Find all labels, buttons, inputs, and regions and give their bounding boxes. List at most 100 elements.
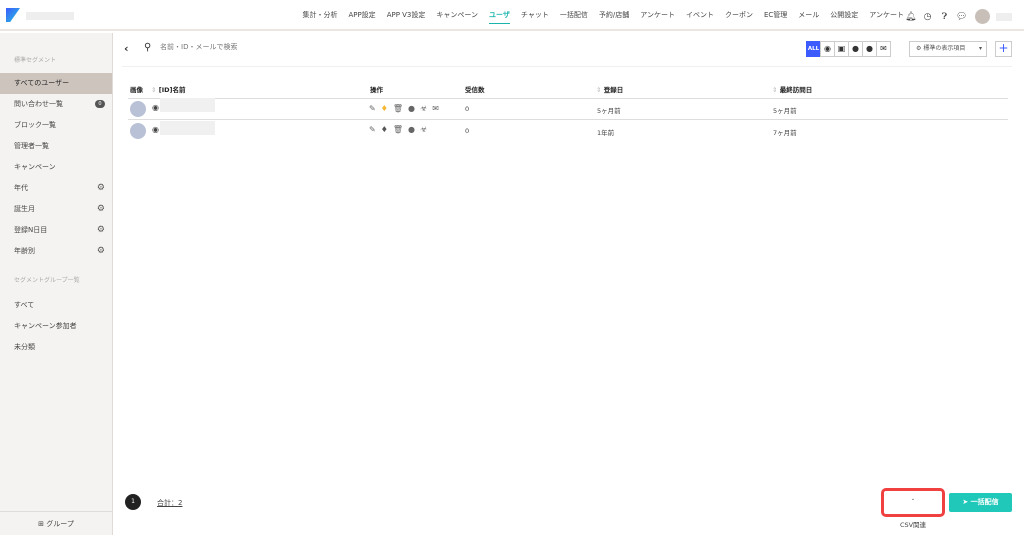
col-name[interactable]: ⇕ [ID]名前 xyxy=(151,84,185,94)
nav-bulk-delivery[interactable]: 一括配信 xyxy=(560,10,588,24)
nav-app-settings[interactable]: APP設定 xyxy=(348,10,375,24)
row-divider xyxy=(128,119,1008,120)
add-group-label: グループ xyxy=(46,520,74,528)
main-nav: 集計・分析 APP設定 APP V3設定 キャンペーン ユーザ チャット 一括配… xyxy=(302,10,904,24)
gear-icon[interactable]: ⚙ xyxy=(97,241,105,262)
group-label: 未分類 xyxy=(14,343,35,351)
display-select-value: 標準の表示項目 xyxy=(923,45,966,52)
trash-icon[interactable]: 🗑︎ xyxy=(393,125,403,134)
messenger-icon[interactable]: ● xyxy=(848,41,863,57)
trash-icon[interactable]: 🗑︎ xyxy=(393,104,403,113)
tag-icon[interactable]: ♦ xyxy=(381,125,388,134)
sort-icon: ⇕ xyxy=(596,86,602,94)
nav-mail[interactable]: メール xyxy=(798,10,819,24)
edit-icon[interactable]: ✎ xyxy=(369,125,376,134)
received-count: 0 xyxy=(465,127,470,135)
col-name-label: [ID]名前 xyxy=(158,86,186,94)
gear-icon[interactable]: ⚙ xyxy=(97,199,105,220)
page-1-button[interactable]: 1 xyxy=(125,494,141,510)
row-actions: ✎ ♦ 🗑︎ ● ☣ ✉ xyxy=(369,104,439,113)
top-header: 集計・分析 APP設定 APP V3設定 キャンペーン ユーザ チャット 一括配… xyxy=(0,0,1024,31)
registered-date: 5ヶ月前 xyxy=(597,107,621,115)
sidebar-item-age[interactable]: 年代 ⚙ xyxy=(0,178,112,199)
add-group-button[interactable]: ⊞ グループ xyxy=(0,511,112,535)
sidebar-item-label: すべてのユーザー xyxy=(14,79,70,87)
nav-coupon[interactable]: クーポン xyxy=(725,10,753,24)
header-divider xyxy=(128,98,1008,99)
display-fields-select[interactable]: ⚙ 標準の表示項目 ▾ xyxy=(909,41,987,57)
user-avatar[interactable] xyxy=(130,101,146,117)
sort-icon: ⇕ xyxy=(151,86,157,94)
csv-button[interactable]: ˆ CSV関連 xyxy=(881,488,945,529)
nav-reservation[interactable]: 予約/店舗 xyxy=(599,10,629,24)
nav-chat[interactable]: チャット xyxy=(521,10,549,24)
total-count[interactable]: 合計：2 xyxy=(157,498,182,508)
registered-date: 1年前 xyxy=(597,129,615,137)
instagram-icon[interactable]: ▣ xyxy=(834,41,849,57)
sidebar-item-label: 誕生月 xyxy=(14,205,35,213)
bug-icon[interactable]: ☣ xyxy=(420,104,427,113)
bug-icon[interactable]: ☣ xyxy=(420,125,427,134)
sidebar-item-campaign[interactable]: キャンペーン xyxy=(0,157,112,178)
gear-icon: ⚙ xyxy=(916,45,922,52)
gear-icon[interactable]: ⚙ xyxy=(97,178,105,199)
plus-square-icon: ⊞ xyxy=(38,520,45,528)
app-logo[interactable] xyxy=(6,8,20,22)
col-registered[interactable]: ⇕ 登録日 xyxy=(596,84,623,94)
back-chevron-icon[interactable]: ‹ xyxy=(124,42,129,55)
sidebar-item-blocked[interactable]: ブロック一覧 xyxy=(0,115,112,136)
search-input[interactable] xyxy=(160,43,360,51)
help-icon[interactable]: ❓︎ xyxy=(939,12,950,22)
row-actions: ✎ ♦ 🗑︎ ● ☣ xyxy=(369,125,427,134)
line-icon[interactable]: ● xyxy=(862,41,877,57)
nav-publish[interactable]: 公開設定 xyxy=(830,10,858,24)
col-image: 画像 xyxy=(130,86,143,94)
gear-icon[interactable]: ⚙ xyxy=(97,220,105,241)
nav-survey-2[interactable]: アンケート xyxy=(869,10,904,24)
chat-icon[interactable]: 💬︎ xyxy=(956,12,967,22)
nav-survey[interactable]: アンケート xyxy=(640,10,675,24)
nav-users[interactable]: ユーザ xyxy=(489,10,510,24)
search-icon: ⚲ xyxy=(144,42,152,53)
sidebar-item-all-users[interactable]: すべてのユーザー xyxy=(0,73,112,94)
sidebar: 標準セグメント すべてのユーザー 問い合わせ一覧 0 ブロック一覧 管理者一覧 キ… xyxy=(0,33,113,535)
bulk-delivery-button[interactable]: ➤ 一括配信 xyxy=(949,493,1012,512)
chat-icon[interactable]: ● xyxy=(408,125,415,134)
mail-icon[interactable]: ✉ xyxy=(432,104,439,113)
channel-filter: ALL ◉ ▣ ● ● ✉ xyxy=(806,41,891,57)
nav-event[interactable]: イベント xyxy=(686,10,714,24)
col-last-visit[interactable]: ⇕ 最終訪問日 xyxy=(772,84,812,94)
caret-down-icon: ▾ xyxy=(978,45,982,52)
tag-icon[interactable]: ♦ xyxy=(381,104,388,113)
nav-campaign[interactable]: キャンペーン xyxy=(436,10,478,24)
chat-icon[interactable]: ● xyxy=(408,104,415,113)
sidebar-item-birth-month[interactable]: 誕生月 ⚙ xyxy=(0,199,112,220)
nav-ec[interactable]: EC管理 xyxy=(764,10,787,24)
sidebar-item-label: 管理者一覧 xyxy=(14,142,49,150)
sidebar-item-inquiries[interactable]: 問い合わせ一覧 0 xyxy=(0,94,112,115)
last-visit-date: 7ヶ月前 xyxy=(773,129,797,137)
sidebar-item-label: 年齢別 xyxy=(14,247,35,255)
count-badge: 0 xyxy=(95,100,105,108)
chevron-up-icon: ˆ xyxy=(911,498,915,506)
chrome-icon: ◉ xyxy=(152,103,159,112)
clock-icon[interactable]: ◷ xyxy=(922,12,933,22)
chrome-icon[interactable]: ◉ xyxy=(820,41,835,57)
group-item-campaign-participants[interactable]: キャンペーン参加者 xyxy=(0,316,112,337)
user-name-blurred[interactable] xyxy=(160,121,215,135)
edit-icon[interactable]: ✎ xyxy=(369,104,376,113)
add-user-button[interactable]: + xyxy=(995,41,1012,57)
user-avatar[interactable] xyxy=(130,123,146,139)
bell-icon[interactable]: 🔔︎ xyxy=(905,12,916,22)
filter-all[interactable]: ALL xyxy=(806,41,821,57)
mail-icon[interactable]: ✉ xyxy=(876,41,891,57)
avatar[interactable] xyxy=(975,9,990,24)
sidebar-item-by-age[interactable]: 年齢別 ⚙ xyxy=(0,241,112,262)
sidebar-item-admins[interactable]: 管理者一覧 xyxy=(0,136,112,157)
group-item-all[interactable]: すべて xyxy=(0,295,112,316)
nav-app-v3-settings[interactable]: APP V3設定 xyxy=(387,10,426,24)
nav-analytics[interactable]: 集計・分析 xyxy=(302,10,337,24)
user-name-blurred[interactable] xyxy=(160,98,215,112)
sidebar-item-registered-n-days[interactable]: 登録N日目 ⚙ xyxy=(0,220,112,241)
group-item-uncategorized[interactable]: 未分類 xyxy=(0,337,112,358)
